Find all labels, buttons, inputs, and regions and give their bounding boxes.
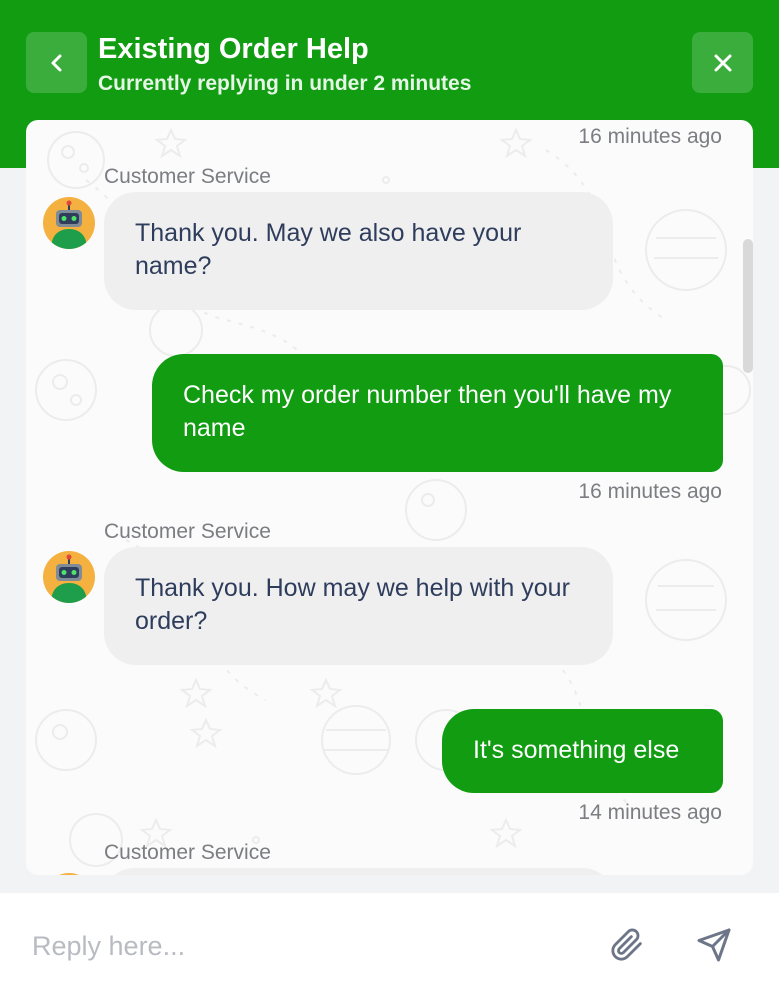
attach-button[interactable] xyxy=(605,923,649,967)
chat-subtitle: Currently replying in under 2 minutes xyxy=(98,72,472,95)
sender-name: Customer Service xyxy=(104,520,271,543)
sender-name: Customer Service xyxy=(104,841,271,864)
message-timestamp: 14 minutes ago xyxy=(578,801,722,824)
robot-icon xyxy=(51,200,87,249)
bot-avatar xyxy=(43,551,95,603)
sender-name: Customer Service xyxy=(104,165,271,188)
paperclip-icon xyxy=(611,928,642,961)
message-list[interactable]: 16 minutes ago Customer Service Thank yo… xyxy=(26,120,753,875)
close-icon xyxy=(714,54,731,71)
incoming-message: Thank you. How may we help with your ord… xyxy=(104,547,613,665)
message-timestamp: 16 minutes ago xyxy=(578,480,722,503)
incoming-message: Thank you. May we also have your name? xyxy=(104,192,613,310)
send-icon xyxy=(697,928,731,962)
scrollbar-thumb[interactable] xyxy=(743,239,753,373)
composer xyxy=(0,893,779,1000)
close-button[interactable] xyxy=(692,32,753,93)
message-timestamp: 16 minutes ago xyxy=(578,125,722,148)
chevron-left-icon xyxy=(51,54,61,71)
incoming-message xyxy=(104,868,613,875)
back-button[interactable] xyxy=(26,32,87,93)
outgoing-message: Check my order number then you'll have m… xyxy=(152,354,723,472)
chat-title: Existing Order Help xyxy=(98,33,369,65)
outgoing-message: It's something else xyxy=(442,709,723,793)
send-button[interactable] xyxy=(692,923,736,967)
reply-input[interactable] xyxy=(30,919,594,973)
robot-icon xyxy=(51,554,87,603)
bot-avatar xyxy=(43,197,95,249)
